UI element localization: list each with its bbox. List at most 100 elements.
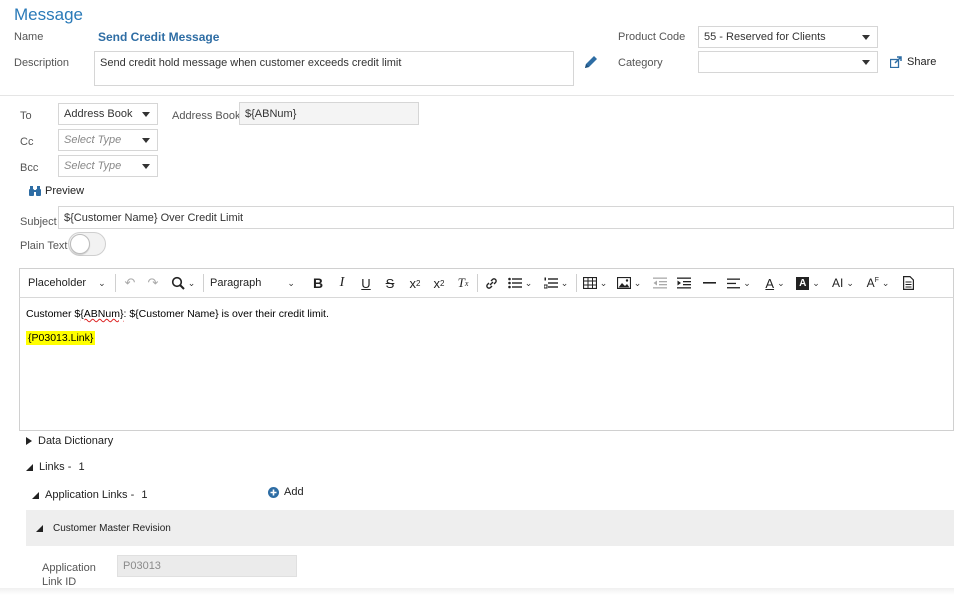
indent-icon[interactable]: [674, 269, 694, 297]
description-field[interactable]: Send credit hold message when customer e…: [94, 51, 574, 86]
bulleted-list-icon[interactable]: ⌄: [504, 269, 536, 297]
application-links-toggle[interactable]: Application Links - 1: [32, 489, 147, 501]
to-type-select[interactable]: Address Book: [58, 103, 158, 125]
caret-down-icon: [36, 524, 43, 532]
caret-right-icon: [26, 437, 32, 446]
preview-label: Preview: [45, 185, 85, 197]
subject-input[interactable]: ${Customer Name} Over Credit Limit: [58, 206, 954, 229]
body-link-placeholder: {P03013.Link}: [26, 331, 96, 345]
toggle-knob: [70, 234, 90, 254]
share-button[interactable]: Share: [889, 56, 937, 69]
description-text: Send credit hold message when customer e…: [100, 57, 402, 69]
body-line-1-token: {ABNum}: [80, 308, 124, 320]
subscript-icon[interactable]: x2: [404, 269, 426, 297]
font-family-icon[interactable]: AF ⌄: [862, 269, 894, 297]
placeholder-label: Placeholder: [28, 277, 87, 289]
bcc-placeholder: Select Type: [64, 160, 122, 172]
body-line-2: {P03013.Link}: [26, 331, 96, 345]
source-code-icon[interactable]: [898, 269, 918, 297]
toolbar-separator: [576, 274, 577, 292]
numbered-list-icon[interactable]: ⌄: [540, 269, 572, 297]
chevron-down-icon: [862, 60, 870, 65]
editor-toolbar: Placeholder ⌄ ↶ ↷ ⌄ Paragraph ⌄ B I U S …: [19, 268, 954, 298]
address-book-label: Address Book: [172, 110, 241, 122]
subject-label: Subject: [20, 216, 57, 228]
background-color-icon[interactable]: A ⌄: [792, 269, 824, 297]
horizontal-line-icon[interactable]: [698, 269, 720, 297]
body-line-1-suffix: : ${Customer Name} is over their credit …: [123, 308, 329, 320]
font-size-icon[interactable]: AI ⌄: [826, 269, 860, 297]
data-dictionary-label: Data Dictionary: [38, 435, 114, 447]
application-link-id-value: P03013: [123, 560, 161, 572]
to-label: To: [20, 110, 32, 122]
cc-type-select[interactable]: Select Type: [58, 129, 158, 151]
paragraph-dropdown[interactable]: Paragraph ⌄: [210, 269, 300, 297]
bottom-edge: [0, 588, 954, 595]
chevron-down-icon: [862, 35, 870, 40]
application-link-id-label: Application Link ID: [42, 561, 96, 589]
redo-icon[interactable]: ↷: [143, 269, 163, 297]
description-label: Description: [14, 57, 70, 69]
name-label: Name: [14, 31, 44, 43]
plain-text-label: Plain Text: [20, 240, 68, 252]
links-label: Links -: [39, 461, 72, 473]
address-book-field[interactable]: ${ABNum}: [239, 102, 419, 125]
links-count: 1: [78, 461, 85, 473]
body-line-1-prefix: Customer $: [26, 308, 81, 320]
paragraph-label: Paragraph: [210, 277, 262, 289]
message-body-editor[interactable]: Customer ${ABNum}: ${Customer Name} is o…: [19, 298, 954, 431]
to-type-value: Address Book: [64, 108, 133, 120]
category-select[interactable]: [698, 51, 878, 73]
page-title: Message: [14, 5, 83, 24]
plus-circle-icon: [268, 486, 279, 498]
undo-icon[interactable]: ↶: [120, 269, 140, 297]
strikethrough-icon[interactable]: S: [380, 269, 400, 297]
application-link-id-field[interactable]: P03013: [117, 555, 297, 577]
bcc-label: Bcc: [20, 162, 39, 174]
preview-button[interactable]: Preview: [29, 185, 84, 197]
font-color-icon[interactable]: A ⌄: [760, 269, 790, 297]
table-icon[interactable]: ⌄: [580, 269, 610, 297]
chevron-down-icon: [142, 164, 150, 169]
toolbar-separator: [203, 274, 204, 292]
italic-icon[interactable]: I: [332, 269, 352, 297]
data-dictionary-toggle[interactable]: Data Dictionary: [26, 435, 113, 447]
binoculars-icon: [29, 186, 41, 196]
pencil-edit-icon[interactable]: [583, 54, 599, 70]
placeholder-dropdown[interactable]: Placeholder ⌄: [28, 269, 110, 297]
category-label: Category: [618, 57, 663, 69]
product-code-select[interactable]: 55 - Reserved for Clients: [698, 26, 878, 48]
underline-icon[interactable]: U: [356, 269, 376, 297]
caret-down-icon: [26, 463, 33, 471]
chevron-down-icon: ⌄: [98, 277, 106, 288]
cc-label: Cc: [20, 136, 34, 148]
divider: [0, 95, 954, 96]
align-icon[interactable]: ⌄: [724, 269, 754, 297]
superscript-icon[interactable]: x2: [428, 269, 450, 297]
add-link-button[interactable]: Add: [268, 486, 304, 498]
caret-down-icon: [32, 491, 39, 499]
bcc-type-select[interactable]: Select Type: [58, 155, 158, 177]
links-toggle[interactable]: Links - 1: [26, 461, 85, 473]
application-links-label: Application Links -: [45, 489, 135, 501]
message-name-link[interactable]: Send Credit Message: [98, 30, 219, 44]
bold-icon[interactable]: B: [308, 269, 328, 297]
product-code-value: 55 - Reserved for Clients: [704, 31, 826, 43]
share-label: Share: [907, 56, 937, 68]
link-icon[interactable]: [481, 269, 501, 297]
application-link-id-label-line-2: Link ID: [42, 576, 77, 588]
address-book-value: ${ABNum}: [245, 107, 297, 120]
share-icon: [889, 56, 903, 69]
customer-master-revision-label: Customer Master Revision: [53, 523, 171, 534]
add-label: Add: [284, 486, 304, 498]
find-replace-icon[interactable]: ⌄: [168, 269, 198, 297]
body-line-1: Customer ${ABNum}: ${Customer Name} is o…: [26, 308, 329, 320]
chevron-down-icon: [142, 112, 150, 117]
clear-formatting-icon[interactable]: Tx: [452, 269, 474, 297]
application-links-count: 1: [141, 489, 148, 501]
customer-master-revision-header[interactable]: Customer Master Revision: [26, 510, 954, 546]
customer-master-revision-toggle: Customer Master Revision: [36, 523, 171, 534]
outdent-icon[interactable]: [650, 269, 670, 297]
image-icon[interactable]: ⌄: [614, 269, 644, 297]
plain-text-toggle[interactable]: [68, 232, 106, 256]
